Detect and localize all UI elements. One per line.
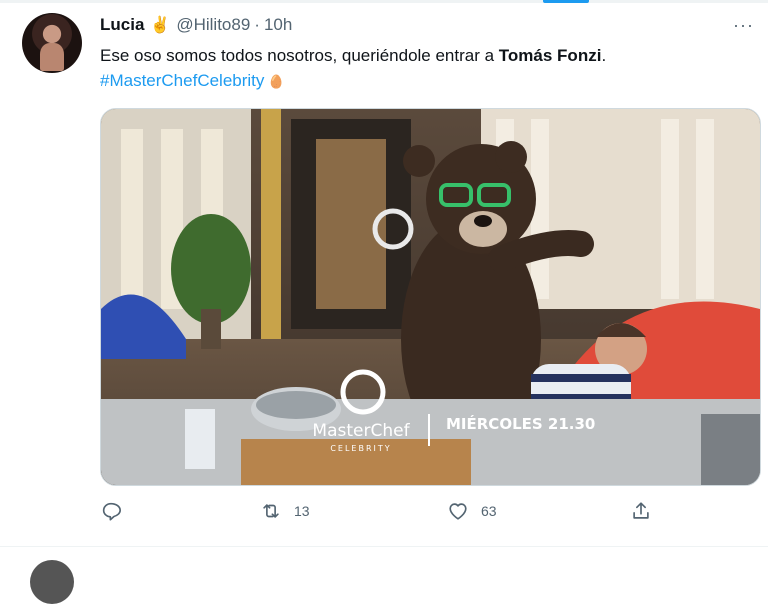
separator-dot: · — [254, 15, 260, 34]
author-handle[interactable]: @Hilito89 — [176, 15, 250, 35]
timestamp[interactable]: 10h — [264, 15, 292, 35]
reply-icon — [102, 502, 121, 521]
tweet-header: Lucia ✌ @Hilito89 · 10h — [100, 13, 292, 37]
more-icon[interactable]: ··· — [733, 15, 754, 36]
egg-emoji: 🥚 — [268, 74, 285, 89]
share-icon — [633, 502, 649, 519]
retweet-button[interactable]: 13 — [260, 500, 310, 522]
author-name[interactable]: Lucia — [100, 15, 144, 35]
tweet-divider — [0, 546, 768, 547]
victory-hand-emoji: ✌ — [150, 17, 171, 34]
hashtag-link[interactable]: #MasterChefCelebrity — [100, 71, 264, 90]
retweet-icon — [263, 504, 279, 518]
like-button[interactable]: 63 — [447, 500, 497, 522]
tweet-text-end: . — [601, 46, 607, 65]
tweet-text-part: Ese oso somos todos nosotros, queriéndol… — [100, 46, 499, 65]
schedule-text: MIÉRCOLES 21.30 — [446, 414, 595, 433]
next-tweet-avatar[interactable] — [30, 560, 74, 604]
reply-button[interactable] — [100, 500, 134, 522]
media-image[interactable]: MasterChef CELEBRITY MIÉRCOLES 21.30 — [100, 108, 761, 486]
media-illustration: MasterChef CELEBRITY MIÉRCOLES 21.30 — [101, 109, 760, 485]
share-button[interactable] — [630, 500, 652, 522]
tweet-text: Ese oso somos todos nosotros, queriéndol… — [100, 43, 606, 94]
like-icon — [449, 503, 467, 520]
tweet[interactable]: Lucia ✌ @Hilito89 · 10h ··· Ese oso somo… — [0, 3, 768, 543]
tweet-text-bold: Tomás Fonzi — [498, 46, 602, 65]
avatar[interactable] — [22, 13, 82, 73]
brand-line2: CELEBRITY — [330, 444, 391, 453]
like-count: 63 — [481, 503, 497, 519]
action-bar: 13 63 — [100, 500, 660, 528]
retweet-count: 13 — [294, 503, 310, 519]
brand-line1: MasterChef — [312, 421, 410, 441]
